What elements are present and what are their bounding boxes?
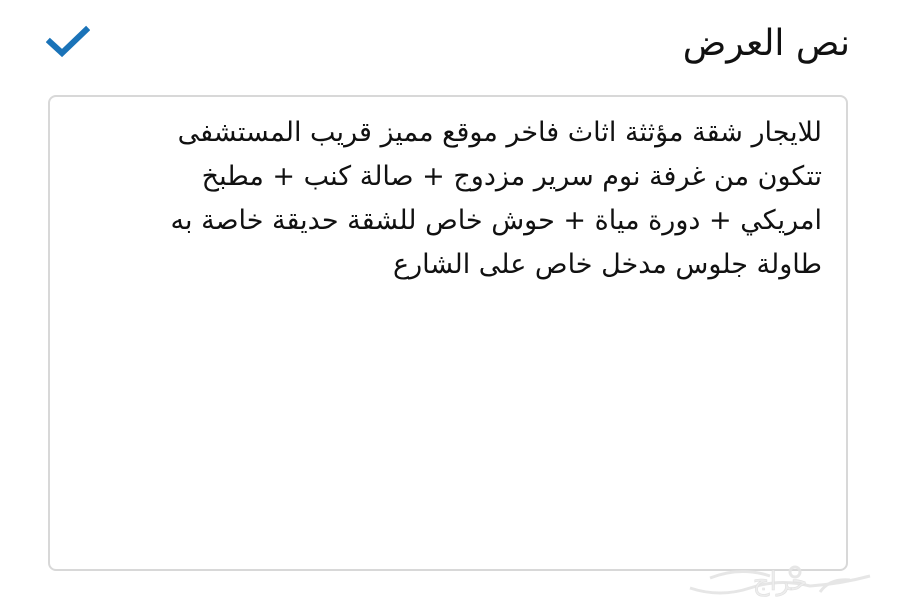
header-bar: نص العرض <box>0 0 900 90</box>
page-title: نص العرض <box>682 23 850 64</box>
description-textarea[interactable]: للايجار شقة مؤثثة اثاث فاخر موقع مميز قر… <box>48 95 848 571</box>
confirm-button[interactable] <box>40 18 96 66</box>
watermark-text: حراج <box>753 567 807 597</box>
checkmark-icon <box>46 25 90 58</box>
edit-description-screen: نص العرض للايجار شقة مؤثثة اثاث فاخر موق… <box>0 0 900 604</box>
haraj-watermark-logo: حراج <box>689 565 871 597</box>
